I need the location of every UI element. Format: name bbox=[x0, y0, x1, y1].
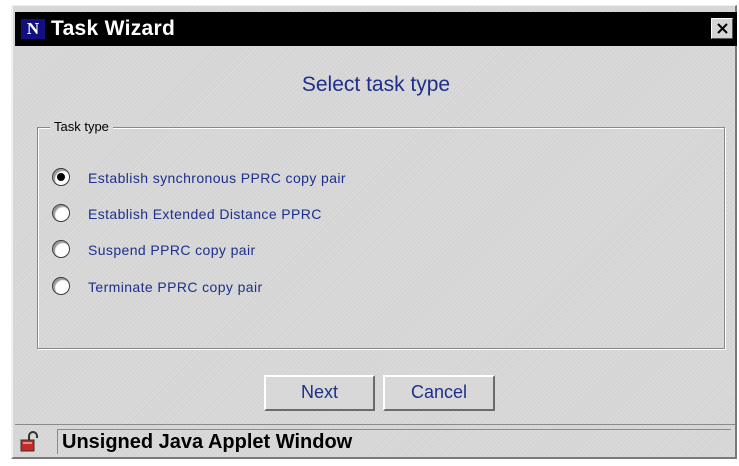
radio-label[interactable]: Suspend PPRC copy pair bbox=[88, 241, 256, 259]
next-button[interactable]: Next bbox=[264, 375, 375, 411]
page-title: Select task type bbox=[301, 73, 451, 96]
radio-label[interactable]: Establish Extended Distance PPRC bbox=[88, 205, 322, 223]
task-wizard-window: N Task Wizard Select task type Task type… bbox=[11, 5, 737, 459]
status-bar: Unsigned Java Applet Window bbox=[15, 424, 735, 456]
radio-button[interactable] bbox=[52, 204, 70, 222]
status-text: Unsigned Java Applet Window bbox=[57, 429, 731, 454]
title-bar[interactable]: N Task Wizard bbox=[15, 12, 737, 46]
radio-label[interactable]: Terminate PPRC copy pair bbox=[88, 278, 263, 296]
app-logo-icon: N bbox=[21, 19, 45, 39]
task-type-group: Task type Establish synchronous PPRC cop… bbox=[37, 119, 725, 349]
cancel-button[interactable]: Cancel bbox=[383, 375, 495, 411]
close-button[interactable] bbox=[711, 18, 733, 39]
close-icon bbox=[717, 23, 728, 34]
unlocked-padlock-icon bbox=[20, 431, 38, 452]
radio-button[interactable] bbox=[52, 240, 70, 258]
radio-label[interactable]: Establish synchronous PPRC copy pair bbox=[88, 169, 346, 187]
radio-button[interactable] bbox=[52, 277, 70, 295]
window-title: Task Wizard bbox=[51, 17, 176, 40]
radio-button[interactable] bbox=[52, 168, 70, 186]
group-label: Task type bbox=[50, 119, 113, 135]
radio-selected-dot-icon bbox=[57, 173, 65, 181]
